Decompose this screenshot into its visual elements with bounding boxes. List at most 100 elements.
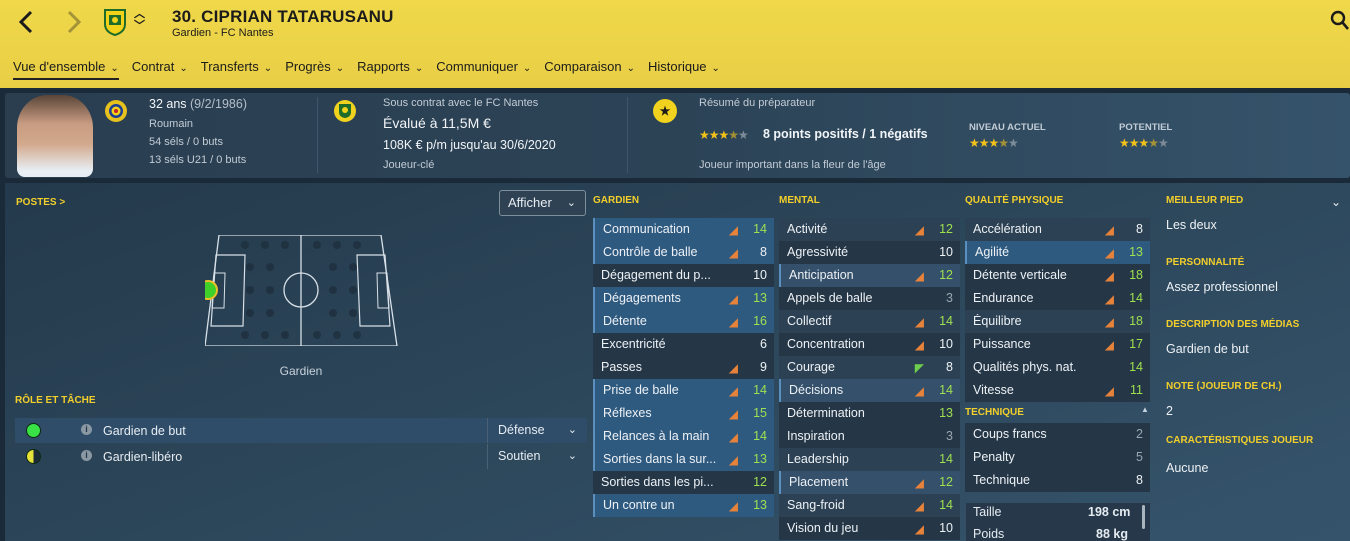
tab-history[interactable]: Historique ⌄ (648, 58, 720, 80)
technical-title: TECHNIQUE (965, 407, 1024, 418)
back-button[interactable] (18, 10, 34, 38)
personality: Assez professionnel (1166, 280, 1278, 294)
attribute-row[interactable]: Décisions ◢ 14 (779, 379, 960, 402)
attribute-row[interactable]: Agilité ◢ 13 (965, 241, 1150, 264)
chevron-down-icon: ⌄ (414, 63, 424, 74)
attribute-row[interactable]: Détente ◢ 16 (593, 310, 774, 333)
chevron-down-icon: ⌄ (567, 424, 577, 436)
romania-crest-icon (109, 104, 123, 118)
scrollbar[interactable] (1142, 505, 1145, 529)
info-icon[interactable]: i (81, 450, 92, 461)
coach-rating-stars: ★★★★★ (699, 128, 749, 142)
display-dropdown[interactable]: Afficher ⌄ (499, 190, 586, 216)
attribute-row[interactable]: Relances à la main ◢ 14 (593, 425, 774, 448)
attribute-row[interactable]: Agressivité 10 (779, 241, 960, 264)
attribute-row[interactable]: Équilibre ◢ 18 (965, 310, 1150, 333)
attribute-row[interactable]: Réflexes ◢ 15 (593, 402, 774, 425)
chevron-up-icon[interactable]: ︿ (134, 8, 145, 20)
attribute-row[interactable]: Penalty 5 (965, 446, 1150, 469)
attribute-row[interactable]: Coups francs 2 (965, 423, 1150, 446)
chevron-down-icon: ⌄ (263, 63, 273, 74)
chevron-down-icon: ⌄ (110, 63, 119, 74)
attribute-row[interactable]: Dégagements ◢ 13 (593, 287, 774, 310)
tab-comparison[interactable]: Comparaison ⌄ (544, 58, 635, 80)
chevron-down-icon[interactable]: ⌄ (1331, 195, 1341, 209)
attribute-row[interactable]: Sorties dans les pi... 12 (593, 471, 774, 494)
tab-progress[interactable]: Progrès ⌄ (285, 58, 344, 80)
tab-communicate[interactable]: Communiquer ⌄ (436, 58, 531, 80)
nationality[interactable]: Roumain (149, 118, 193, 130)
media-description: Gardien de but (1166, 342, 1249, 356)
preferred-foot: Les deux (1166, 218, 1217, 232)
arrow-icon: ◢ (1104, 315, 1114, 329)
attribute-row[interactable]: Dégagement du p... 10 (593, 264, 774, 287)
attribute-row[interactable]: Communication ◢ 14 (593, 218, 774, 241)
attribute-row[interactable]: Technique 8 (965, 469, 1150, 492)
attribute-row[interactable]: Contrôle de balle ◢ 8 (593, 241, 774, 264)
duty-dropdown[interactable]: Défense ⌄ (487, 418, 587, 443)
info-icon[interactable]: i (81, 424, 92, 435)
attribute-row[interactable]: Inspiration 3 (779, 425, 960, 448)
attribute-row[interactable]: Prise de balle ◢ 14 (593, 379, 774, 402)
tab-contract[interactable]: Contrat ⌄ (132, 58, 188, 80)
role-row[interactable]: i Gardien-libéro Soutien ⌄ (15, 444, 587, 469)
duty-dropdown[interactable]: Soutien ⌄ (487, 444, 587, 469)
traits: Aucune (1166, 461, 1209, 475)
player-name: 30. CIPRIAN TATARUSANU (172, 7, 394, 26)
attribute-row[interactable]: Détente verticale ◢ 18 (965, 264, 1150, 287)
attribute-row[interactable]: Vision du jeu ◢ 10 (779, 517, 960, 540)
attribute-row[interactable]: Détermination 13 (779, 402, 960, 425)
contract-club[interactable]: Sous contrat avec le FC Nantes (383, 97, 538, 109)
attribute-row[interactable]: Activité ◢ 12 (779, 218, 960, 241)
weight-value: 88 kg (1096, 527, 1128, 541)
attribute-row[interactable]: Excentricité 6 (593, 333, 774, 356)
collapse-icon[interactable]: ▲ (1141, 405, 1149, 414)
attribute-row[interactable]: Concentration ◢ 10 (779, 333, 960, 356)
chevron-down-icon: ⌄ (567, 450, 577, 462)
club-crest-icon[interactable] (103, 8, 127, 36)
attribute-row[interactable]: Accélération ◢ 8 (965, 218, 1150, 241)
attribute-row[interactable]: Vitesse ◢ 11 (965, 379, 1150, 402)
arrow-icon: ◢ (914, 338, 924, 352)
arrow-icon: ◢ (728, 384, 738, 398)
coach-note: Joueur important dans la fleur de l'âge (699, 159, 886, 171)
arrow-icon: ◢ (1104, 292, 1114, 306)
attribute-row[interactable]: Anticipation ◢ 12 (779, 264, 960, 287)
attribute-row[interactable]: Passes ◢ 9 (593, 356, 774, 379)
attribute-row[interactable]: Appels de balle 3 (779, 287, 960, 310)
club-crest-icon[interactable] (334, 100, 356, 122)
search-icon[interactable] (1330, 10, 1350, 32)
attribute-row[interactable]: Endurance ◢ 14 (965, 287, 1150, 310)
attribute-row[interactable]: Collectif ◢ 14 (779, 310, 960, 333)
player-summary-strip: 32 ans (9/2/1986) Roumain 54 séls / 0 bu… (5, 93, 1350, 178)
attribute-row[interactable]: Sang-froid ◢ 14 (779, 494, 960, 517)
chevron-down-icon: ⌄ (335, 63, 345, 74)
chevron-down-icon[interactable]: ﹀ (134, 20, 145, 32)
attribute-row[interactable]: Leadership 14 (779, 448, 960, 471)
positions-title[interactable]: POSTES > (16, 197, 65, 208)
traits-title: CARACTÉRISTIQUES JOUEUR (1166, 435, 1314, 446)
forward-button[interactable] (66, 10, 82, 38)
arrow-icon: ◢ (728, 292, 738, 306)
height-weight-panel: Taille 198 cm Poids 88 kg (966, 503, 1150, 541)
attribute-row[interactable]: Qualités phys. nat. 14 (965, 356, 1150, 379)
player-position-club[interactable]: Gardien - FC Nantes (172, 27, 273, 39)
attribute-row[interactable]: Puissance ◢ 17 (965, 333, 1150, 356)
attribute-row[interactable]: Un contre un ◢ 13 (593, 494, 774, 517)
preferred-foot-title: MEILLEUR PIED (1166, 195, 1244, 206)
attribute-row[interactable]: Sorties dans la sur... ◢ 13 (593, 448, 774, 471)
caps: 54 séls / 0 buts (149, 136, 223, 148)
arrow-icon: ◢ (914, 499, 924, 513)
attribute-row[interactable]: Courage ◤ 8 (779, 356, 960, 379)
nation-flag-icon[interactable] (105, 100, 127, 122)
role-row[interactable]: i Gardien de but Défense ⌄ (15, 418, 587, 443)
tab-transfers[interactable]: Transferts ⌄ (201, 58, 272, 80)
height-label: Taille (973, 505, 1002, 519)
arrow-icon: ◢ (728, 315, 738, 329)
tab-reports[interactable]: Rapports ⌄ (357, 58, 423, 80)
player-switcher[interactable]: ︿ ﹀ (134, 8, 145, 32)
attribute-row[interactable]: Placement ◢ 12 (779, 471, 960, 494)
tab-overview[interactable]: Vue d'ensemble ⌄ (13, 58, 119, 80)
coach-report-title[interactable]: Résumé du préparateur (699, 97, 815, 109)
player-photo (17, 95, 93, 177)
